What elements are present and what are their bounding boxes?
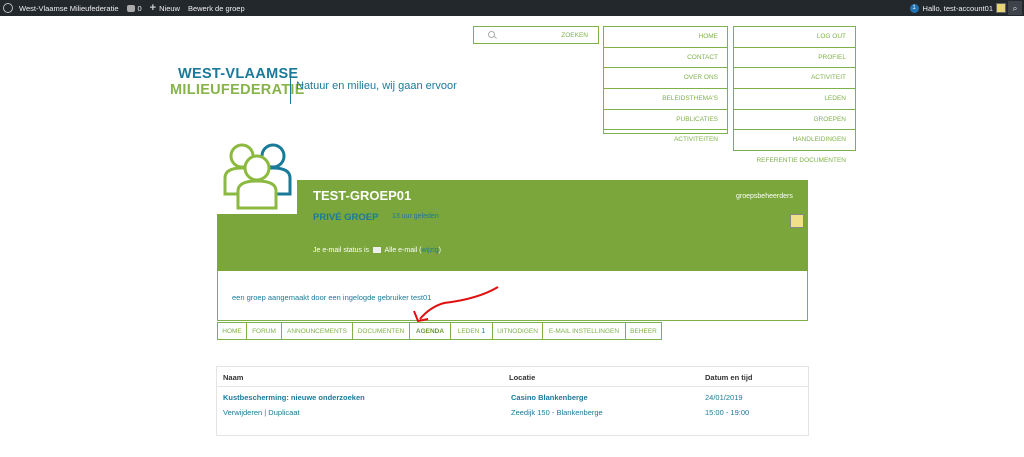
menu-item-leden[interactable]: LEDEN	[734, 89, 855, 110]
event-time: 15:00 - 19:00	[705, 408, 750, 417]
edit-group-link[interactable]: Bewerk de groep	[184, 0, 249, 16]
column-header-locatie: Locatie	[509, 373, 536, 382]
account-avatar[interactable]	[996, 3, 1006, 13]
new-content-link[interactable]: + Nieuw	[146, 0, 184, 16]
new-label: Nieuw	[159, 3, 180, 13]
group-avatar[interactable]	[217, 136, 297, 214]
search-box[interactable]: ZOEKEN	[473, 26, 599, 44]
comments-count: 0	[137, 3, 142, 13]
group-header	[217, 180, 808, 271]
email-status-value: Alle e-mail (	[384, 247, 422, 254]
menu-item-home[interactable]: HOME	[604, 27, 727, 48]
plus-icon: +	[149, 2, 157, 14]
tab-agenda[interactable]: AGENDA	[409, 322, 451, 340]
group-tabs: HOME FORUM ANNOUNCEMENTS DOCUMENTEN AGEN…	[217, 322, 662, 340]
tab-announcements[interactable]: ANNOUNCEMENTS	[281, 322, 353, 340]
group-people-icon	[217, 136, 297, 214]
menu-item-activiteit[interactable]: ACTIVITEIT	[734, 68, 855, 90]
email-status-label: Je e-mail status is	[313, 247, 370, 254]
email-status: Je e-mail status is Alle e-mail (wijzig)	[313, 247, 441, 254]
logo-line-1: WEST-VLAAMSE	[178, 66, 299, 82]
tab-leden-label: LEDEN	[457, 328, 480, 335]
column-header-datum: Datum en tijd	[705, 373, 753, 382]
menu-item-publicaties[interactable]: PUBLICATIES	[604, 110, 727, 131]
menu-item-profiel[interactable]: PROFIEL	[734, 48, 855, 69]
admin-search-icon[interactable]: ⌕	[1008, 1, 1022, 15]
group-title: TEST-GROEP01	[313, 188, 412, 203]
menu-item-handleidingen[interactable]: HANDLEIDINGEN	[734, 130, 855, 152]
group-type: PRIVÉ GROEP	[313, 212, 379, 223]
site-name-link[interactable]: West-Vlaamse Milieufederatie	[15, 0, 123, 16]
event-date: 24/01/2019	[705, 393, 743, 402]
event-name-link[interactable]: Kustbescherming: nieuwe onderzoeken	[223, 393, 365, 402]
notification-badge[interactable]: 1	[909, 3, 919, 13]
logo-line-2: MILIEUFEDERATIE	[170, 82, 305, 98]
tab-forum[interactable]: FORUM	[246, 322, 282, 340]
menu-item-groepen[interactable]: GROEPEN	[734, 110, 855, 131]
logo-tagline: Natuur en milieu, wij gaan ervoor	[296, 80, 457, 92]
tab-uitnodigen[interactable]: UITNODIGEN	[492, 322, 543, 340]
event-address: Zeedijk 150 - Blankenberge	[511, 408, 603, 417]
menu-item-log-out[interactable]: LOG OUT	[734, 27, 855, 48]
mail-icon	[372, 247, 381, 253]
annotation-arrow-icon	[413, 286, 499, 323]
menu-item-beleidsthemas[interactable]: BELEIDSTHEMA'S	[604, 89, 727, 110]
header-divider	[217, 386, 808, 387]
tab-documenten[interactable]: DOCUMENTEN	[352, 322, 410, 340]
column-header-naam: Naam	[223, 373, 244, 382]
group-admins-label: groepsbeheerders	[736, 193, 793, 200]
tab-leden[interactable]: LEDEN 1	[450, 322, 493, 340]
events-table: Naam Locatie Datum en tijd Kustbeschermi…	[216, 366, 809, 436]
tab-email-instellingen[interactable]: E-MAIL INSTELLINGEN	[542, 322, 626, 340]
comment-bubble-icon	[126, 4, 135, 12]
event-actions[interactable]: Verwijderen | Duplicaat	[223, 408, 300, 417]
admin-avatar[interactable]	[790, 214, 804, 228]
account-greeting[interactable]: Hallo, test-account01	[923, 4, 993, 13]
event-location: Casino Blankenberge	[511, 393, 588, 402]
tab-beheer[interactable]: BEHEER	[625, 322, 662, 340]
email-status-end: )	[438, 247, 441, 254]
search-icon	[488, 31, 495, 38]
main-menu: HOME CONTACT OVER ONS BELEIDSTHEMA'S PUB…	[603, 26, 728, 143]
menu-item-referentie-documenten[interactable]: REFERENTIE DOCUMENTEN	[734, 151, 855, 172]
user-menu: LOG OUT PROFIEL ACTIVITEIT LEDEN GROEPEN…	[733, 26, 856, 164]
admin-bar: West-Vlaamse Milieufederatie 0 + Nieuw B…	[0, 0, 1024, 16]
menu-item-activiteiten[interactable]: ACTIVITEITEN	[604, 130, 727, 151]
group-description: een groep aangemaakt door een ingelogde …	[232, 293, 432, 302]
wordpress-logo-icon[interactable]	[3, 3, 13, 13]
logo-separator	[290, 68, 291, 104]
comments-link[interactable]: 0	[123, 0, 146, 16]
tab-leden-count: 1	[481, 328, 486, 335]
group-last-active: 13 uur geleden	[392, 213, 439, 220]
menu-item-contact[interactable]: CONTACT	[604, 48, 727, 69]
search-label: ZOEKEN	[561, 31, 588, 39]
tab-home[interactable]: HOME	[217, 322, 247, 340]
email-status-change-link[interactable]: wijzig	[422, 247, 439, 254]
menu-item-over-ons[interactable]: OVER ONS	[604, 68, 727, 90]
